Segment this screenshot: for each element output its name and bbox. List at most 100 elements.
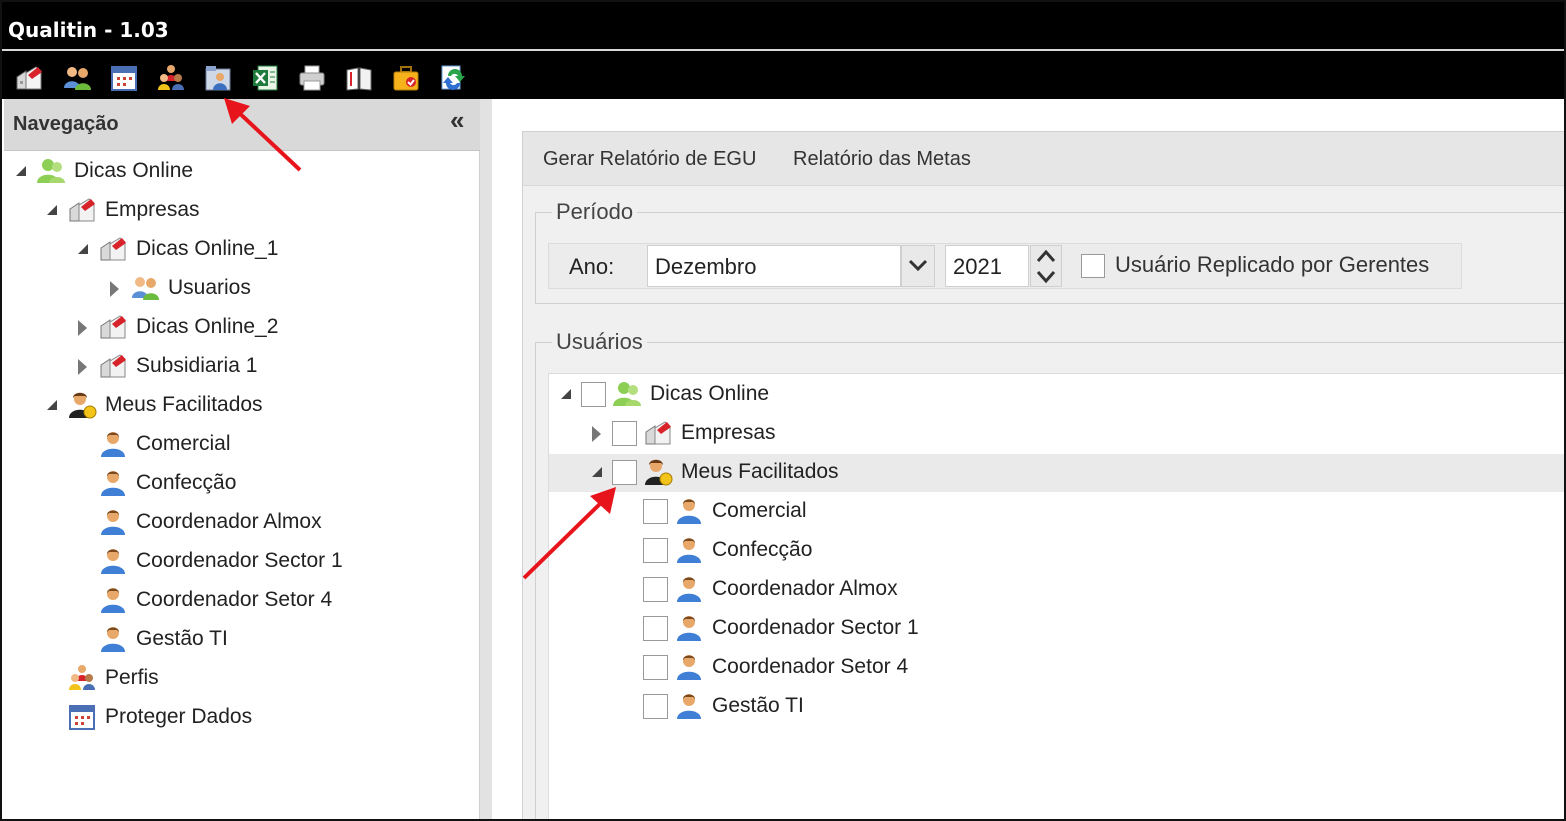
expand-icon[interactable]: [47, 398, 59, 412]
user-tree-dicas-online[interactable]: Dicas Online: [561, 376, 769, 412]
nav-item-label: Dicas Online: [74, 159, 194, 182]
year-stepper-buttons: [1030, 245, 1062, 287]
user-tree-label: Coordenador Setor 4: [712, 655, 909, 678]
nav-item-label: Empresas: [105, 198, 200, 221]
user-tree-comercial[interactable]: Comercial: [643, 493, 807, 529]
nav-item-label: Comercial: [136, 432, 231, 455]
report-panel: Gerar Relatório de EGU Relatório das Met…: [522, 131, 1564, 819]
periodo-legend: Período: [552, 199, 638, 225]
nav-item-label: Subsidiaria 1: [136, 354, 258, 377]
nav-item-subsidiaria-1[interactable]: Subsidiaria 1: [78, 348, 257, 384]
user-tree-meus-facilitados[interactable]: Meus Facilitados: [592, 454, 839, 490]
checkbox[interactable]: [612, 459, 637, 485]
nav-user-coordenador-setor-4[interactable]: Coordenador Setor 4: [98, 582, 332, 618]
user-tree-label: Coordenador Almox: [712, 577, 898, 600]
users-icon: [130, 273, 160, 303]
refresh-icon[interactable]: [438, 63, 468, 93]
expand-icon[interactable]: [78, 359, 90, 373]
user-tree-label: Meus Facilitados: [681, 460, 839, 483]
companies-icon[interactable]: [14, 63, 44, 93]
nav-user-confeccao[interactable]: Confecção: [98, 465, 236, 501]
user-icon: [674, 652, 704, 682]
year-stepper[interactable]: 2021: [945, 245, 1029, 287]
user-icon: [674, 691, 704, 721]
nav-user-coordenador-almox[interactable]: Coordenador Almox: [98, 504, 322, 540]
expand-icon[interactable]: [110, 281, 122, 295]
user-tree-gestao-ti[interactable]: Gestão TI: [643, 688, 804, 724]
checkbox[interactable]: [612, 420, 637, 446]
checkbox[interactable]: [643, 498, 668, 524]
navigation-panel: Navegação « Dicas Online Empresas Dicas …: [4, 99, 480, 819]
nav-item-empresas[interactable]: Empresas: [47, 192, 200, 228]
chevron-down-icon[interactable]: [1034, 267, 1058, 286]
user-tree-label: Dicas Online: [650, 382, 770, 405]
nav-item-label: Coordenador Almox: [136, 510, 322, 533]
replicado-label: Usuário Replicado por Gerentes: [1115, 252, 1430, 277]
checkbox[interactable]: [581, 381, 606, 407]
group-icon: [612, 379, 642, 409]
ano-row: Ano: Dezembro 2021 Usuário Replicado por…: [548, 243, 1462, 289]
user-icon: [674, 613, 704, 643]
periodo-group: Período Ano: Dezembro 2021 Usuário Repli…: [535, 199, 1564, 304]
user-tree-label: Gestão TI: [712, 694, 804, 717]
title-bar: Qualitin - 1.03: [2, 2, 1564, 50]
checkbox[interactable]: [643, 615, 668, 641]
user-tree-label: Coordenador Sector 1: [712, 616, 919, 639]
user-report-icon[interactable]: [203, 63, 233, 93]
collapse-icon[interactable]: «: [450, 107, 474, 133]
briefcase-icon[interactable]: [391, 63, 421, 93]
nav-item-dicas-online-2[interactable]: Dicas Online_2: [78, 309, 278, 345]
user-icon: [98, 468, 128, 498]
user-icon: [98, 429, 128, 459]
nav-user-comercial[interactable]: Comercial: [98, 426, 231, 462]
nav-user-gestao-ti[interactable]: Gestão TI: [98, 621, 228, 657]
nav-item-perfis[interactable]: Perfis: [67, 660, 159, 696]
chevron-down-icon[interactable]: [901, 245, 935, 287]
main-content: Gerar Relatório de EGU Relatório das Met…: [492, 99, 1564, 819]
user-tree-label: Empresas: [681, 421, 776, 444]
user-tree-empresas[interactable]: Empresas: [592, 415, 776, 451]
facilitator-icon: [67, 390, 97, 420]
tab-gerar-relatorio-egu[interactable]: Gerar Relatório de EGU: [543, 148, 756, 171]
user-tree-label: Comercial: [712, 499, 807, 522]
calendar-icon[interactable]: [109, 63, 139, 93]
printer-icon[interactable]: [297, 63, 327, 93]
profiles-icon[interactable]: [156, 63, 186, 93]
user-icon: [98, 585, 128, 615]
checkbox[interactable]: [643, 654, 668, 680]
user-tree-coordenador-almox[interactable]: Coordenador Almox: [643, 571, 898, 607]
nav-item-dicas-online[interactable]: Dicas Online: [16, 153, 193, 189]
calendar-icon: [67, 702, 97, 732]
tab-relatorio-metas[interactable]: Relatório das Metas: [793, 148, 971, 171]
user-icon: [98, 546, 128, 576]
checkbox[interactable]: [643, 537, 668, 563]
expand-icon[interactable]: [47, 203, 59, 217]
expand-icon[interactable]: [561, 387, 573, 401]
users-icon[interactable]: [62, 63, 92, 93]
expand-icon[interactable]: [16, 164, 28, 178]
user-tree-coordenador-sector-1[interactable]: Coordenador Sector 1: [643, 610, 919, 646]
checkbox[interactable]: [643, 693, 668, 719]
expand-icon[interactable]: [78, 320, 90, 334]
checkbox[interactable]: [643, 576, 668, 602]
nav-item-proteger-dados[interactable]: Proteger Dados: [67, 699, 252, 735]
panel-splitter[interactable]: [480, 99, 492, 819]
nav-item-usuarios[interactable]: Usuarios: [110, 270, 251, 306]
expand-icon[interactable]: [592, 465, 604, 479]
user-tree-confeccao[interactable]: Confecção: [643, 532, 812, 568]
chevron-up-icon[interactable]: [1034, 247, 1058, 266]
user-tree-coordenador-setor-4[interactable]: Coordenador Setor 4: [643, 649, 908, 685]
report-tabs: Gerar Relatório de EGU Relatório das Met…: [523, 132, 1564, 186]
month-select[interactable]: Dezembro: [647, 245, 901, 287]
facilitator-icon: [643, 457, 673, 487]
nav-item-dicas-online-1[interactable]: Dicas Online_1: [78, 231, 278, 267]
usuarios-legend: Usuários: [552, 329, 647, 355]
nav-user-coordenador-sector-1[interactable]: Coordenador Sector 1: [98, 543, 343, 579]
expand-icon[interactable]: [592, 426, 604, 440]
replicado-checkbox[interactable]: [1081, 254, 1105, 278]
expand-icon[interactable]: [78, 242, 90, 256]
book-icon[interactable]: [344, 63, 374, 93]
excel-icon[interactable]: [250, 63, 280, 93]
nav-item-label: Dicas Online_1: [136, 237, 279, 260]
nav-item-meus-facilitados[interactable]: Meus Facilitados: [47, 387, 263, 423]
